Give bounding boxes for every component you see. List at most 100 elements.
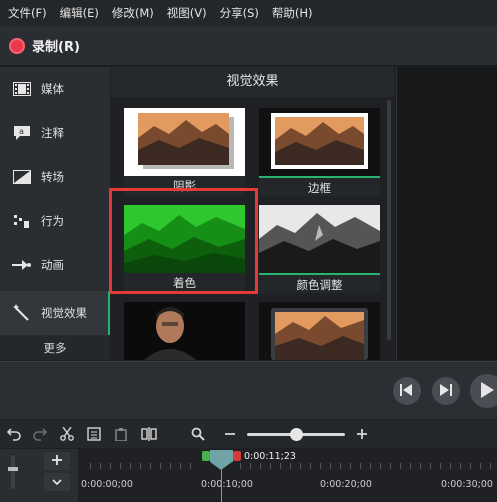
playhead-line bbox=[221, 470, 222, 502]
effect-caption: 边框 bbox=[259, 176, 380, 196]
ruler-tick bbox=[420, 463, 421, 469]
zoom-in-icon[interactable] bbox=[354, 426, 370, 442]
ruler-tick bbox=[360, 463, 361, 469]
ruler-tick bbox=[130, 463, 131, 469]
record-bar: 录制(R) bbox=[0, 26, 497, 66]
undo-icon[interactable] bbox=[6, 426, 22, 442]
more-button[interactable]: 更多 bbox=[0, 336, 110, 360]
playhead-pointer bbox=[210, 462, 232, 470]
collapse-tracks-button[interactable] bbox=[44, 473, 70, 491]
panel-title: 视觉效果 bbox=[111, 67, 394, 97]
animation-icon bbox=[12, 255, 32, 275]
film-icon bbox=[12, 79, 32, 99]
playhead[interactable] bbox=[210, 450, 233, 462]
behavior-icon bbox=[12, 211, 32, 231]
panel-scrollbar[interactable] bbox=[387, 100, 391, 340]
zoom-slider-handle[interactable] bbox=[290, 428, 303, 441]
ruler-tick bbox=[490, 463, 491, 469]
sidebar-item-label: 媒体 bbox=[41, 82, 64, 96]
annotation-icon: a bbox=[12, 123, 32, 143]
ruler-tick bbox=[370, 463, 371, 469]
ruler-tick bbox=[250, 463, 251, 469]
paste-icon[interactable] bbox=[113, 426, 129, 442]
chevron-down-icon bbox=[52, 475, 62, 489]
menu-view[interactable]: 视图(V) bbox=[167, 5, 207, 21]
sidebar-item-label: 注释 bbox=[41, 126, 64, 140]
ruler-tick bbox=[340, 463, 341, 469]
sidebar-item-label: 行为 bbox=[41, 214, 64, 228]
effect-thumbnail bbox=[124, 108, 245, 176]
record-button[interactable]: 录制(R) bbox=[9, 36, 80, 55]
play-icon bbox=[480, 381, 494, 401]
sidebar-item-annotations[interactable]: a 注释 bbox=[0, 111, 110, 155]
menu-edit[interactable]: 编辑(E) bbox=[60, 5, 99, 21]
ruler-tick bbox=[400, 463, 401, 469]
sidebar-item-visual-effects[interactable]: 视觉效果 bbox=[0, 291, 110, 335]
ruler-label: 0:00:20;00 bbox=[320, 479, 372, 490]
out-point-handle[interactable] bbox=[233, 451, 241, 461]
split-icon[interactable] bbox=[141, 426, 157, 442]
effect-thumbnail bbox=[124, 302, 245, 360]
ruler-tick bbox=[110, 463, 111, 469]
in-point-handle[interactable] bbox=[202, 451, 210, 461]
ruler-tick bbox=[120, 463, 121, 469]
effect-thumbnail bbox=[259, 302, 380, 360]
zoom-icon[interactable] bbox=[190, 426, 206, 442]
ruler-tick bbox=[260, 463, 261, 469]
zoom-out-icon[interactable] bbox=[222, 426, 238, 442]
ruler-tick bbox=[310, 463, 311, 469]
effect-color-adjustment[interactable]: 颜色调整 bbox=[259, 205, 380, 293]
svg-text:a: a bbox=[19, 127, 24, 136]
menu-share[interactable]: 分享(S) bbox=[220, 5, 259, 21]
ruler-tick bbox=[270, 463, 271, 469]
ruler-tick bbox=[170, 463, 171, 469]
timeline-toolbar bbox=[0, 420, 497, 448]
ruler-tick bbox=[330, 463, 331, 469]
play-button[interactable] bbox=[470, 374, 497, 408]
selection-highlight bbox=[109, 188, 258, 294]
preview-canvas bbox=[396, 67, 497, 360]
step-back-button[interactable] bbox=[393, 377, 421, 405]
ruler-tick bbox=[150, 463, 151, 469]
effect-remove-color[interactable] bbox=[124, 302, 245, 360]
ruler-label: 0:00:10;00 bbox=[201, 479, 253, 490]
track-height-slider[interactable] bbox=[8, 455, 18, 489]
add-track-button[interactable] bbox=[44, 452, 70, 470]
ruler-tick bbox=[300, 463, 301, 469]
sidebar-item-media[interactable]: 媒体 bbox=[0, 67, 110, 111]
step-back-icon bbox=[400, 383, 414, 399]
copy-icon[interactable] bbox=[86, 426, 102, 442]
cut-icon[interactable] bbox=[59, 426, 75, 442]
sidebar-item-label: 视觉效果 bbox=[41, 306, 87, 320]
record-label: 录制(R) bbox=[32, 40, 80, 55]
menu-modify[interactable]: 修改(M) bbox=[112, 5, 154, 21]
record-dot-icon bbox=[9, 37, 25, 54]
ruler-tick bbox=[350, 463, 351, 469]
step-forward-button[interactable] bbox=[432, 377, 460, 405]
ruler-tick bbox=[100, 463, 101, 469]
ruler-tick bbox=[390, 463, 391, 469]
ruler-tick bbox=[450, 463, 451, 469]
sidebar-item-transitions[interactable]: 转场 bbox=[0, 155, 110, 199]
ruler-tick bbox=[190, 463, 191, 469]
playhead-time: 0:00:11;23 bbox=[244, 451, 296, 462]
effect-device-frame[interactable] bbox=[259, 302, 380, 360]
ruler-label: 0:00:00;00 bbox=[81, 479, 133, 490]
sidebar-item-label: 动画 bbox=[41, 258, 64, 272]
effect-shadow[interactable]: 阴影 bbox=[124, 108, 245, 196]
ruler-label: 0:00:30;00 bbox=[441, 479, 493, 490]
sidebar-item-animations[interactable]: 动画 bbox=[0, 243, 110, 287]
step-forward-icon bbox=[439, 383, 453, 399]
ruler-tick bbox=[470, 463, 471, 469]
redo-icon[interactable] bbox=[32, 426, 48, 442]
effect-border[interactable]: 边框 bbox=[259, 108, 380, 196]
sidebar: 媒体 a 注释 转场 行为 动画 视觉效果 更多 bbox=[0, 67, 110, 360]
menu-help[interactable]: 帮助(H) bbox=[272, 5, 313, 21]
transition-icon bbox=[12, 167, 32, 187]
ruler-tick bbox=[410, 463, 411, 469]
menu-file[interactable]: 文件(F) bbox=[8, 5, 47, 21]
sidebar-item-behaviors[interactable]: 行为 bbox=[0, 199, 110, 243]
track-controls bbox=[0, 449, 78, 502]
ruler-tick bbox=[140, 463, 141, 469]
plus-icon bbox=[52, 454, 62, 468]
